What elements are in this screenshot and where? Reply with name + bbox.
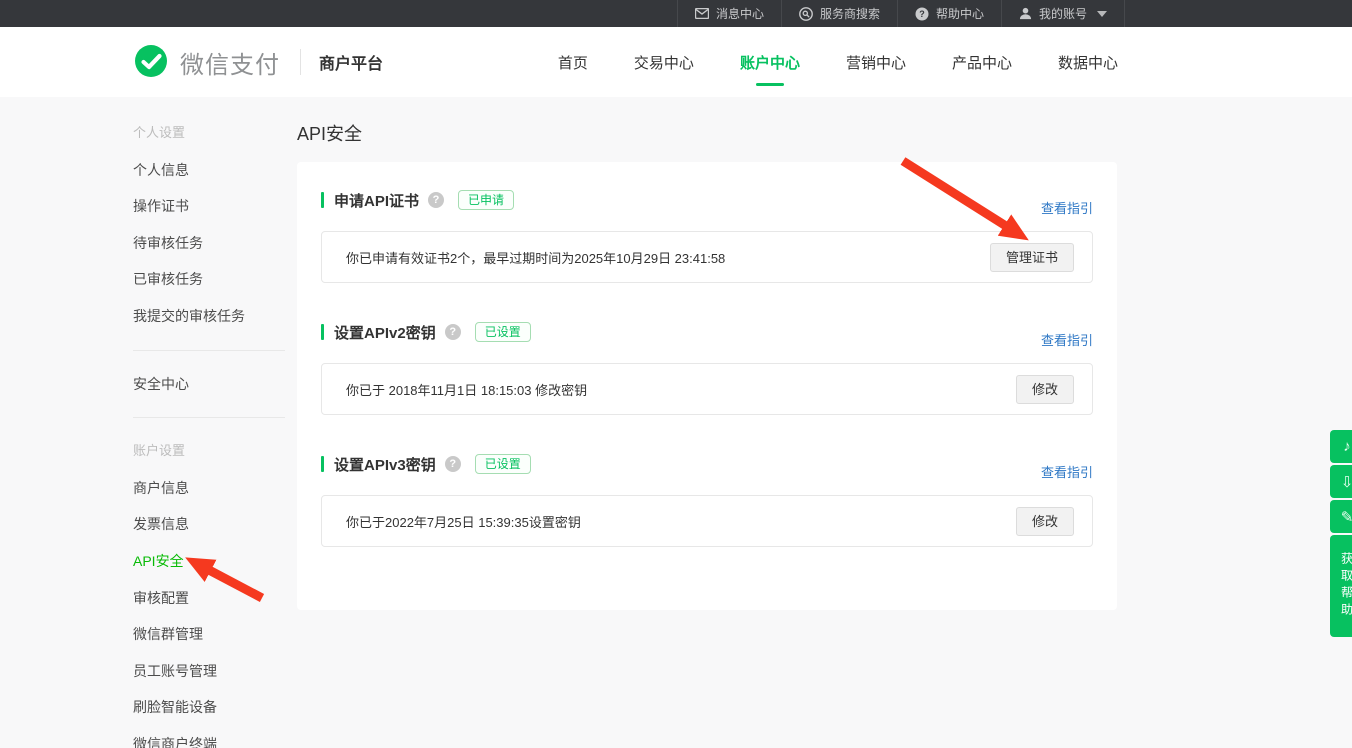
topbar-item-label: 帮助中心 [936,5,984,22]
help-icon[interactable]: ? [445,456,461,472]
nav-transaction-center[interactable]: 交易中心 [632,46,696,79]
apiv2-status-text: 你已于 2018年11月1日 18:15:03 修改密钥 [346,380,587,399]
modify-apiv2-button[interactable]: 修改 [1016,375,1074,404]
api-security-card: 申请API证书 ? 已申请 查看指引 你已申请有效证书2个，最早过期时间为202… [297,162,1117,610]
note-icon[interactable]: ♪ [1330,430,1352,463]
edit-icon[interactable]: ✎ [1330,500,1352,533]
nav-marketing-center[interactable]: 营销中心 [844,46,908,79]
sidebar-item-invoice-info[interactable]: 发票信息 [133,506,285,543]
sidebar-item-personal-info[interactable]: 个人信息 [133,152,285,189]
view-guide-link[interactable]: 查看指引 [1041,330,1093,349]
main-content: API安全 申请API证书 ? 已申请 查看指引 你已申请有效证书2个，最早过期… [297,97,1117,610]
get-help-button[interactable]: 获取帮助 [1330,535,1352,637]
main-nav: 首页 交易中心 账户中心 营销中心 产品中心 数据中心 [556,46,1352,79]
floating-help-widget: ♪ ⇩ ✎ 获取帮助 [1330,430,1352,637]
view-guide-link[interactable]: 查看指引 [1041,198,1093,217]
section-apiv3-key: 设置APIv3密钥 ? 已设置 查看指引 你已于2022年7月25日 15:39… [321,452,1093,547]
status-badge: 已设置 [475,454,531,474]
help-icon[interactable]: ? [428,192,444,208]
section-title: 设置APIv3密钥 [334,454,436,475]
sidebar-item-wechat-merchant-terminal[interactable]: 微信商户终端 [133,726,285,748]
section-title: 设置APIv2密钥 [334,322,436,343]
sidebar-item-security-center[interactable]: 安全中心 [133,366,285,403]
nav-data-center[interactable]: 数据中心 [1056,46,1120,79]
brand-divider [300,49,301,75]
nav-home[interactable]: 首页 [556,46,590,79]
sidebar-item-merchant-info[interactable]: 商户信息 [133,470,285,507]
apiv3-status-text: 你已于2022年7月25日 15:39:35设置密钥 [346,512,581,531]
sidebar-item-staff-account-management[interactable]: 员工账号管理 [133,653,285,690]
topbar-item-label: 服务商搜索 [820,5,880,22]
sidebar-divider [133,417,285,418]
search-circle-icon [799,7,813,21]
sidebar-heading-account-settings: 账户设置 [133,433,285,470]
sidebar-item-review-config[interactable]: 审核配置 [133,580,285,617]
topbar-item-label: 我的账号 [1039,5,1087,22]
nav-account-center[interactable]: 账户中心 [738,46,802,79]
download-icon[interactable]: ⇩ [1330,465,1352,498]
wechat-pay-logo-icon [133,44,170,80]
status-badge: 已设置 [475,322,531,342]
brand: 微信支付 商户平台 [133,44,383,80]
help-icon[interactable]: ? [445,324,461,340]
sidebar-heading-personal-settings: 个人设置 [133,115,285,152]
status-badge: 已申请 [458,190,514,210]
sidebar-item-face-smart-device[interactable]: 刷脸智能设备 [133,689,285,726]
brand-name: 微信支付 [180,45,280,80]
sidebar: 个人设置 个人信息 操作证书 待审核任务 已审核任务 我提交的审核任务 安全中心… [133,115,285,748]
section-accent-bar [321,324,324,340]
header: 微信支付 商户平台 首页 交易中心 账户中心 营销中心 产品中心 数据中心 [0,27,1352,97]
user-icon [1019,7,1032,20]
section-box: 你已于2022年7月25日 15:39:35设置密钥 修改 [321,495,1093,547]
section-box: 你已申请有效证书2个，最早过期时间为2025年10月29日 23:41:58 管… [321,231,1093,283]
mail-icon [695,8,709,19]
svg-text:?: ? [919,9,925,19]
help-circle-icon: ? [915,7,929,21]
get-help-label: 获取帮助 [1339,552,1352,620]
page-body: 个人设置 个人信息 操作证书 待审核任务 已审核任务 我提交的审核任务 安全中心… [0,97,1352,748]
topbar-item-label: 消息中心 [716,5,764,22]
section-accent-bar [321,456,324,472]
portal-title: 商户平台 [319,50,383,74]
topbar-item-my-account[interactable]: 我的账号 [1001,0,1125,27]
view-guide-link[interactable]: 查看指引 [1041,462,1093,481]
sidebar-item-wechat-group-management[interactable]: 微信群管理 [133,616,285,653]
topbar-item-messages[interactable]: 消息中心 [677,0,781,27]
topbar-item-provider-search[interactable]: 服务商搜索 [781,0,897,27]
caret-down-icon [1097,11,1107,17]
topbar: 消息中心 服务商搜索 ? 帮助中心 我的账号 [0,0,1352,27]
cert-status-text: 你已申请有效证书2个，最早过期时间为2025年10月29日 23:41:58 [346,248,725,267]
section-api-cert: 申请API证书 ? 已申请 查看指引 你已申请有效证书2个，最早过期时间为202… [321,188,1093,283]
sidebar-divider [133,350,285,351]
section-box: 你已于 2018年11月1日 18:15:03 修改密钥 修改 [321,363,1093,415]
sidebar-item-operation-cert[interactable]: 操作证书 [133,188,285,225]
section-title: 申请API证书 [334,190,419,211]
sidebar-item-api-security[interactable]: API安全 [133,543,285,580]
section-apiv2-key: 设置APIv2密钥 ? 已设置 查看指引 你已于 2018年11月1日 18:1… [321,320,1093,415]
section-accent-bar [321,192,324,208]
sidebar-item-pending-review-tasks[interactable]: 待审核任务 [133,225,285,262]
manage-cert-button[interactable]: 管理证书 [990,243,1074,272]
topbar-item-help-center[interactable]: ? 帮助中心 [897,0,1001,27]
nav-product-center[interactable]: 产品中心 [950,46,1014,79]
page-title: API安全 [297,123,1117,145]
sidebar-item-my-submitted-review-tasks[interactable]: 我提交的审核任务 [133,298,285,335]
sidebar-item-reviewed-tasks[interactable]: 已审核任务 [133,261,285,298]
modify-apiv3-button[interactable]: 修改 [1016,507,1074,536]
